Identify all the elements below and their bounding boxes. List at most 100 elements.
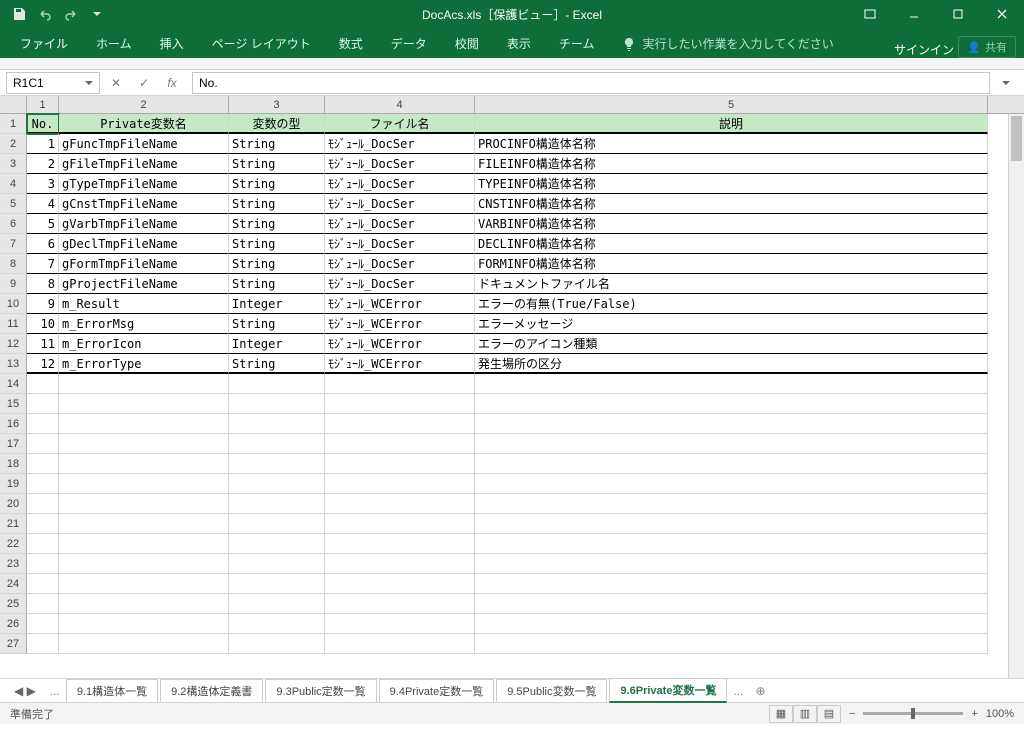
cell[interactable]: String — [229, 354, 325, 374]
row-header[interactable]: 18 — [0, 454, 27, 474]
cell[interactable] — [229, 574, 325, 594]
tab-review[interactable]: 校閲 — [441, 29, 493, 58]
cell[interactable] — [59, 534, 229, 554]
enter-formula-button[interactable]: ✓ — [132, 72, 156, 94]
cell[interactable] — [325, 414, 475, 434]
row-header[interactable]: 1 — [0, 114, 27, 134]
cell[interactable] — [475, 574, 988, 594]
cell[interactable]: 5 — [27, 214, 59, 234]
row-header[interactable]: 6 — [0, 214, 27, 234]
cell[interactable] — [475, 414, 988, 434]
row-header[interactable]: 14 — [0, 374, 27, 394]
cell[interactable] — [229, 414, 325, 434]
cell[interactable] — [27, 574, 59, 594]
cell[interactable]: 9 — [27, 294, 59, 314]
row-header[interactable]: 22 — [0, 534, 27, 554]
cell[interactable]: 4 — [27, 194, 59, 214]
cell[interactable] — [59, 414, 229, 434]
cell[interactable]: Private変数名 — [59, 114, 229, 134]
cell[interactable] — [325, 614, 475, 634]
cell[interactable]: ﾓｼﾞｭｰﾙ_DocSer — [325, 154, 475, 174]
cell[interactable] — [475, 534, 988, 554]
cell[interactable]: 12 — [27, 354, 59, 374]
cell[interactable] — [475, 474, 988, 494]
cell[interactable]: String — [229, 134, 325, 154]
cell[interactable]: m_ErrorMsg — [59, 314, 229, 334]
cell[interactable]: m_ErrorType — [59, 354, 229, 374]
fx-button[interactable]: fx — [160, 72, 184, 94]
sheet-tab-5[interactable]: 9.5Public変数一覧 — [496, 679, 607, 702]
undo-button[interactable] — [34, 3, 56, 25]
row-header[interactable]: 5 — [0, 194, 27, 214]
cell[interactable] — [229, 454, 325, 474]
row-header[interactable]: 10 — [0, 294, 27, 314]
cell[interactable] — [59, 594, 229, 614]
cell[interactable]: ﾓｼﾞｭｰﾙ_DocSer — [325, 274, 475, 294]
cell[interactable] — [325, 434, 475, 454]
row-header[interactable]: 16 — [0, 414, 27, 434]
sheet-tab-4[interactable]: 9.4Private定数一覧 — [379, 679, 495, 702]
cell[interactable] — [27, 494, 59, 514]
cell[interactable] — [475, 374, 988, 394]
cell[interactable]: ﾓｼﾞｭｰﾙ_DocSer — [325, 134, 475, 154]
cell[interactable] — [229, 374, 325, 394]
cell[interactable] — [27, 554, 59, 574]
tab-more-right[interactable]: ... — [729, 684, 747, 698]
cell[interactable]: String — [229, 254, 325, 274]
cell[interactable]: ドキュメントファイル名 — [475, 274, 988, 294]
row-header[interactable]: 24 — [0, 574, 27, 594]
cell[interactable]: ﾓｼﾞｭｰﾙ_WCError — [325, 354, 475, 374]
cell[interactable]: ﾓｼﾞｭｰﾙ_WCError — [325, 294, 475, 314]
close-button[interactable] — [980, 0, 1024, 28]
tab-insert[interactable]: 挿入 — [146, 29, 198, 58]
save-button[interactable] — [8, 3, 30, 25]
cell[interactable] — [229, 434, 325, 454]
row-header[interactable]: 4 — [0, 174, 27, 194]
cell[interactable]: gDeclTmpFileName — [59, 234, 229, 254]
cell[interactable]: CNSTINFO構造体名称 — [475, 194, 988, 214]
view-normal[interactable]: ▦ — [769, 705, 793, 723]
col-header-5[interactable]: 5 — [475, 96, 988, 113]
row-header[interactable]: 3 — [0, 154, 27, 174]
row-header[interactable]: 23 — [0, 554, 27, 574]
cell[interactable] — [475, 434, 988, 454]
tab-layout[interactable]: ページ レイアウト — [198, 29, 325, 58]
cell[interactable] — [27, 534, 59, 554]
row-header[interactable]: 9 — [0, 274, 27, 294]
cell[interactable] — [27, 614, 59, 634]
cell[interactable]: gFuncTmpFileName — [59, 134, 229, 154]
signin-link[interactable]: サインイン — [894, 41, 954, 58]
tab-file[interactable]: ファイル — [6, 29, 82, 58]
vertical-scrollbar[interactable] — [1008, 114, 1024, 678]
cell[interactable] — [59, 454, 229, 474]
zoom-level[interactable]: 100% — [986, 708, 1014, 720]
cell[interactable] — [229, 534, 325, 554]
tab-data[interactable]: データ — [377, 29, 441, 58]
cell[interactable]: ﾓｼﾞｭｰﾙ_DocSer — [325, 194, 475, 214]
row-header[interactable]: 17 — [0, 434, 27, 454]
sheet-tab-6[interactable]: 9.6Private変数一覧 — [609, 678, 727, 703]
cell[interactable]: Integer — [229, 294, 325, 314]
view-pagebreak[interactable]: ▤ — [817, 705, 841, 723]
cell[interactable] — [325, 554, 475, 574]
cell[interactable]: ファイル名 — [325, 114, 475, 134]
cell[interactable] — [229, 514, 325, 534]
select-all[interactable] — [0, 96, 27, 114]
cell[interactable] — [229, 614, 325, 634]
tab-home[interactable]: ホーム — [82, 29, 146, 58]
redo-button[interactable] — [60, 3, 82, 25]
cell[interactable] — [325, 574, 475, 594]
cell[interactable]: String — [229, 194, 325, 214]
cell[interactable]: 説明 — [475, 114, 988, 134]
cell[interactable]: gTypeTmpFileName — [59, 174, 229, 194]
cell[interactable] — [59, 434, 229, 454]
cell[interactable]: No. — [27, 114, 59, 134]
cell[interactable]: 2 — [27, 154, 59, 174]
maximize-button[interactable] — [936, 0, 980, 28]
minimize-button[interactable] — [892, 0, 936, 28]
cell[interactable] — [27, 514, 59, 534]
cell[interactable]: String — [229, 214, 325, 234]
cell[interactable]: ﾓｼﾞｭｰﾙ_DocSer — [325, 214, 475, 234]
cell[interactable] — [325, 594, 475, 614]
cell[interactable] — [325, 394, 475, 414]
